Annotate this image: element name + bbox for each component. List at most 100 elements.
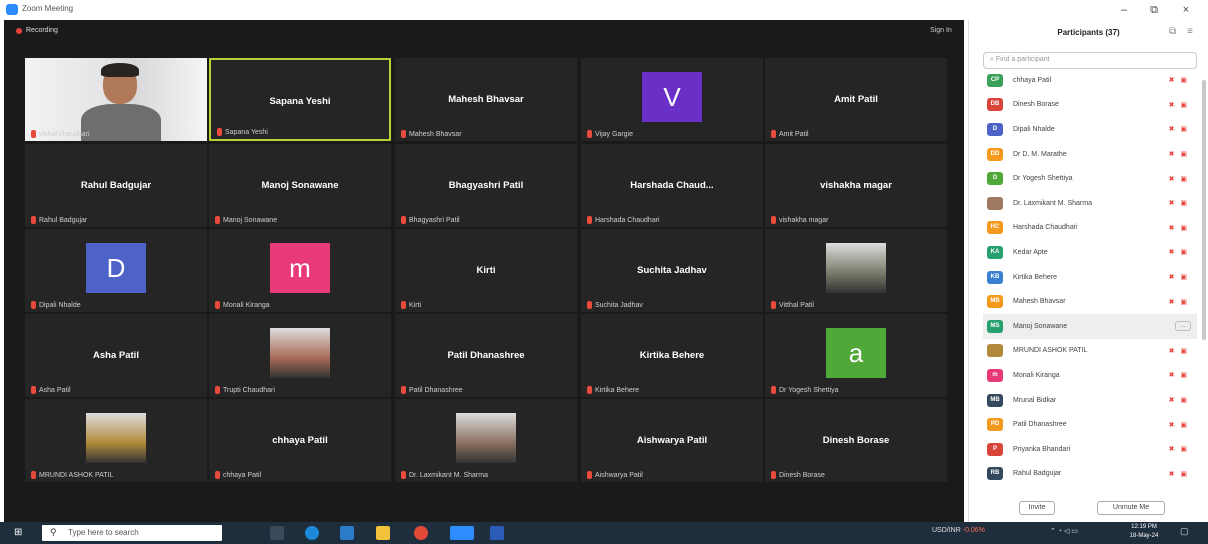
- participant-row[interactable]: DD Dr D. M. Marathe ✖ ▣: [983, 142, 1197, 167]
- video-tile[interactable]: Suchita Jadhav Suchita Jadhav: [581, 229, 763, 312]
- mic-muted-icon: [401, 130, 406, 138]
- taskbar-clock[interactable]: 12:19 PM 18-May-24: [1124, 523, 1164, 541]
- mic-muted-icon: [31, 130, 36, 138]
- participant-row[interactable]: KB Kirtika Behere ✖ ▣: [983, 265, 1197, 290]
- video-tile[interactable]: m Monali Kiranga: [209, 229, 391, 312]
- participant-row[interactable]: KA Kedar Apte ✖ ▣: [983, 240, 1197, 265]
- video-tile[interactable]: Vitthal Patil: [765, 229, 947, 312]
- participant-row[interactable]: m Monali Kiranga ✖ ▣: [983, 363, 1197, 388]
- tile-label: vishakha magar: [771, 216, 828, 224]
- participant-row[interactable]: MS Manoj Sonawane...: [983, 313, 1197, 339]
- participant-row[interactable]: PD Patil Dhanashree ✖ ▣: [983, 412, 1197, 437]
- video-tile[interactable]: vishal chaudhari: [25, 58, 207, 141]
- participant-name: Kirti: [476, 265, 496, 276]
- notification-icon[interactable]: ▢: [1180, 526, 1189, 537]
- video-tile[interactable]: a Dr Yogesh Shettiya: [765, 314, 947, 397]
- participant-row[interactable]: HC Harshada Chaudhari ✖ ▣: [983, 216, 1197, 241]
- mic-video-muted-icon[interactable]: ✖ ▣: [1169, 470, 1189, 478]
- video-tile[interactable]: Dinesh Borase Dinesh Borase: [765, 399, 947, 482]
- video-tile[interactable]: Trupti Chaudhari: [209, 314, 391, 397]
- windows-start-icon[interactable]: ⊞: [14, 528, 24, 538]
- mic-video-muted-icon[interactable]: ✖ ▣: [1169, 371, 1189, 379]
- participant-row[interactable]: MB Mrunal Bidkar ✖ ▣: [983, 388, 1197, 413]
- video-tile[interactable]: Patil Dhanashree Patil Dhanashree: [395, 314, 577, 397]
- video-tile[interactable]: vishakha magar vishakha magar: [765, 144, 947, 227]
- recording-indicator[interactable]: Recording: [16, 27, 58, 34]
- menu-icon[interactable]: ≡: [1187, 26, 1193, 37]
- maximize-button[interactable]: ⧉: [1142, 2, 1166, 18]
- mic-video-muted-icon[interactable]: ✖ ▣: [1169, 199, 1189, 207]
- participant-row[interactable]: D Dr Yogesh Shettiya ✖ ▣: [983, 166, 1197, 191]
- video-tile[interactable]: Rahul Badgujar Rahul Badgujar: [25, 144, 207, 227]
- mic-video-muted-icon[interactable]: ✖ ▣: [1169, 273, 1189, 281]
- tile-label-text: chhaya Patil: [223, 471, 262, 479]
- video-tile[interactable]: Asha Patil Asha Patil: [25, 314, 207, 397]
- participant-row[interactable]: P Priyanka Bhandari ✖ ▣: [983, 437, 1197, 462]
- zoom-taskbar-icon[interactable]: [450, 526, 474, 540]
- video-tile[interactable]: Harshada Chaud... Harshada Chaudhari: [581, 144, 763, 227]
- mic-muted-icon: [31, 301, 36, 309]
- more-button[interactable]: ...: [1175, 321, 1191, 332]
- participant-name: Bhagyashri Patil: [448, 180, 524, 191]
- word-icon[interactable]: [490, 526, 504, 540]
- video-tile[interactable]: Manoj Sonawane Manoj Sonawane: [209, 144, 391, 227]
- video-tile[interactable]: MRUNDI ASHOK PATIL: [25, 399, 207, 482]
- participant-search-input[interactable]: ⌕ Find a participant: [983, 52, 1197, 69]
- video-tile[interactable]: chhaya Patil chhaya Patil: [209, 399, 391, 482]
- stock-label: USD/INR: [932, 527, 961, 534]
- tile-label-text: Suchita Jadhav: [595, 301, 643, 309]
- close-button[interactable]: ×: [1174, 2, 1198, 18]
- participant-name: Monali Kiranga: [1013, 371, 1060, 379]
- video-tile[interactable]: Dr. Laxmikant M. Sharma: [395, 399, 577, 482]
- video-tile[interactable]: Mahesh Bhavsar Mahesh Bhavsar: [395, 58, 577, 141]
- mic-video-muted-icon[interactable]: ✖ ▣: [1169, 224, 1189, 232]
- mic-video-muted-icon[interactable]: ✖ ▣: [1169, 421, 1189, 429]
- tile-label: Sapana Yeshi: [217, 128, 268, 136]
- mic-video-muted-icon[interactable]: ✖ ▣: [1169, 76, 1189, 84]
- mic-video-muted-icon[interactable]: ✖ ▣: [1169, 125, 1189, 133]
- participant-row[interactable]: Dr. Laxmikant M. Sharma ✖ ▣: [983, 191, 1197, 216]
- camera-feed: [25, 58, 207, 141]
- participant-row[interactable]: MRUNDI ASHOK PATIL ✖ ▣: [983, 339, 1197, 364]
- mic-video-muted-icon[interactable]: ✖ ▣: [1169, 445, 1189, 453]
- mic-video-muted-icon[interactable]: ✖ ▣: [1169, 347, 1189, 355]
- taskbar-search-input[interactable]: ⚲ Type here to search: [42, 525, 222, 541]
- clock-date: 18-May-24: [1129, 533, 1159, 539]
- system-tray-icons[interactable]: ⌃ ◔ ◁ ▭: [1050, 527, 1078, 535]
- video-tile[interactable]: V Vijay Gargie: [581, 58, 763, 141]
- popout-icon[interactable]: ⧉: [1169, 26, 1176, 37]
- unmute-me-button[interactable]: Unmute Me: [1097, 501, 1165, 515]
- participant-row[interactable]: D Dipali Nhalde ✖ ▣: [983, 117, 1197, 142]
- video-tile[interactable]: D Dipali Nhalde: [25, 229, 207, 312]
- video-tile[interactable]: Bhagyashri Patil Bhagyashri Patil: [395, 144, 577, 227]
- participant-scrollbar[interactable]: [1202, 80, 1206, 340]
- video-tile[interactable]: Kirti Kirti: [395, 229, 577, 312]
- task-view-icon[interactable]: [270, 526, 284, 540]
- mic-video-muted-icon[interactable]: ✖ ▣: [1169, 175, 1189, 183]
- store-icon[interactable]: [340, 526, 354, 540]
- video-tile[interactable]: Amit Patil Amit Patil: [765, 58, 947, 141]
- participant-row[interactable]: MB Mahesh Bhavsar ✖ ▣: [983, 289, 1197, 314]
- video-tile[interactable]: Kirtika Behere Kirtika Behere: [581, 314, 763, 397]
- edge-icon[interactable]: [305, 526, 319, 540]
- invite-button[interactable]: Invite: [1019, 501, 1055, 515]
- participant-name: Mahesh Bhavsar: [448, 94, 524, 105]
- video-tile[interactable]: Aishwarya Patil Aishwarya Patil: [581, 399, 763, 482]
- sign-in-link[interactable]: Sign In: [930, 27, 952, 34]
- mic-video-muted-icon[interactable]: ✖ ▣: [1169, 150, 1189, 158]
- chrome-icon[interactable]: [414, 526, 428, 540]
- participant-avatar: MB: [987, 295, 1003, 309]
- minimize-button[interactable]: –: [1112, 2, 1136, 18]
- participant-row[interactable]: DB Dinesh Borase ✖ ▣: [983, 93, 1197, 118]
- file-explorer-icon[interactable]: [376, 526, 390, 540]
- participant-name: Asha Patil: [93, 350, 139, 361]
- mic-video-muted-icon[interactable]: ✖ ▣: [1169, 396, 1189, 404]
- stock-widget[interactable]: USD/INR -0.06%: [932, 527, 985, 534]
- participant-row[interactable]: RB Rahul Badgujar ✖ ▣: [983, 462, 1197, 487]
- tile-label: Dipali Nhalde: [31, 301, 81, 309]
- mic-video-muted-icon[interactable]: ✖ ▣: [1169, 248, 1189, 256]
- video-tile[interactable]: Sapana Yeshi Sapana Yeshi: [209, 58, 391, 141]
- participant-row[interactable]: CP chhaya Patil ✖ ▣: [983, 68, 1197, 93]
- mic-video-muted-icon[interactable]: ✖ ▣: [1169, 298, 1189, 306]
- mic-video-muted-icon[interactable]: ✖ ▣: [1169, 101, 1189, 109]
